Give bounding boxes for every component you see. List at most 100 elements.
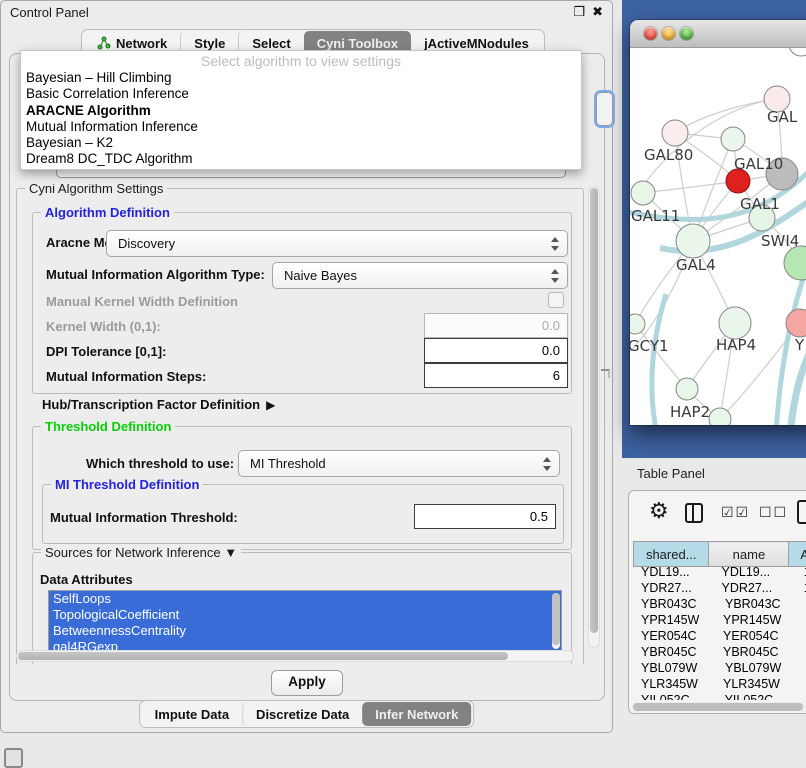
data-attribute-item[interactable]: SelfLoops bbox=[49, 591, 561, 607]
tab-discretize-data[interactable]: Discretize Data bbox=[242, 702, 362, 726]
table-cell[interactable]: YBR045C bbox=[633, 644, 713, 660]
zoom-window-button[interactable] bbox=[680, 27, 693, 40]
algorithm-option[interactable]: Bayesian – Hill Climbing bbox=[21, 70, 581, 86]
scrollbar-thumb[interactable] bbox=[18, 652, 508, 660]
table-row[interactable]: YBR045CYBR045C9. bbox=[633, 644, 806, 660]
table-cell[interactable]: YIL052C bbox=[633, 692, 715, 700]
network-node[interactable] bbox=[662, 120, 688, 146]
close-window-button[interactable] bbox=[644, 27, 657, 40]
deselect-all-checks-icon[interactable]: ☐☐ bbox=[759, 504, 788, 521]
table-cell[interactable]: YBR045C bbox=[713, 644, 801, 660]
manual-kernel-checkbox[interactable] bbox=[548, 292, 564, 308]
minimized-panel-icon[interactable] bbox=[4, 748, 23, 768]
network-node[interactable] bbox=[784, 246, 806, 280]
network-edge[interactable] bbox=[643, 181, 738, 193]
table-cell[interactable]: YIL052C bbox=[715, 692, 805, 700]
table-cell[interactable]: YLR345W bbox=[633, 676, 713, 692]
table-row[interactable]: YBR043CYBR043C bbox=[633, 596, 806, 612]
settings-horizontal-scrollbar[interactable] bbox=[16, 650, 574, 662]
apply-button[interactable]: Apply bbox=[271, 670, 343, 696]
kernel-width-field[interactable]: 0.0 bbox=[424, 313, 568, 338]
table-column-header[interactable]: name bbox=[709, 542, 789, 567]
table-cell[interactable]: 13 bbox=[798, 564, 806, 580]
table-column-header[interactable]: A bbox=[789, 542, 806, 567]
table-horizontal-scrollbar[interactable] bbox=[632, 702, 806, 712]
table-cell[interactable]: YBL079W bbox=[633, 660, 715, 676]
table-cell[interactable]: YBL079W bbox=[715, 660, 805, 676]
settings-vertical-scrollbar[interactable] bbox=[588, 186, 600, 648]
table-row[interactable]: YLR345WYLR345W9. bbox=[633, 676, 806, 692]
minimize-window-button[interactable] bbox=[662, 27, 675, 40]
table-cell[interactable]: 9. bbox=[801, 612, 806, 628]
network-node[interactable] bbox=[676, 378, 698, 400]
mi-threshold-field[interactable]: 0.5 bbox=[414, 504, 556, 529]
table-row[interactable]: YBL079WYBL079W bbox=[633, 660, 806, 676]
table-cell[interactable]: YDL19... bbox=[712, 564, 798, 580]
table-cell[interactable]: YPR145W bbox=[713, 612, 801, 628]
columns-icon[interactable] bbox=[685, 503, 703, 523]
combo-stepper-icon bbox=[550, 236, 559, 252]
close-panel-icon[interactable]: ✖ bbox=[592, 4, 603, 20]
network-edge-thick[interactable] bbox=[652, 294, 666, 425]
table-cell[interactable]: YPR145W bbox=[633, 612, 713, 628]
sources-legend[interactable]: Sources for Network Inference ▼ bbox=[41, 545, 241, 560]
list-scrollbar[interactable] bbox=[552, 593, 560, 649]
algorithm-option[interactable]: Bayesian – K2 bbox=[21, 135, 581, 151]
select-all-checks-icon[interactable]: ☑☑ bbox=[721, 504, 750, 521]
aracne-mode-combo[interactable]: Discovery bbox=[106, 230, 568, 257]
network-node-label: Y bbox=[794, 336, 805, 354]
table-cell[interactable]: YLR345W bbox=[713, 676, 801, 692]
panel-divider-grip[interactable] bbox=[601, 369, 610, 378]
dpi-tolerance-field[interactable]: 0.0 bbox=[424, 338, 568, 363]
algorithm-option[interactable]: ARACNE Algorithm bbox=[21, 103, 581, 119]
which-threshold-combo[interactable]: MI Threshold bbox=[238, 450, 560, 477]
table-row[interactable]: YER054CYER054C8. bbox=[633, 628, 806, 644]
table-column-header[interactable]: shared... bbox=[634, 542, 709, 567]
network-canvas[interactable]: GALGAL80GAL10GAL11GAL1SWI4GAL4GCY1HAP4YH… bbox=[630, 48, 806, 425]
table-cell[interactable]: 8. bbox=[801, 628, 806, 644]
table-row[interactable]: YPR145WYPR145W9. bbox=[633, 612, 806, 628]
network-node[interactable] bbox=[721, 127, 745, 151]
table-row[interactable]: YIL052CYIL052C9 bbox=[633, 692, 806, 700]
network-node[interactable] bbox=[676, 224, 710, 258]
algorithm-option[interactable]: Basic Correlation Inference bbox=[21, 86, 581, 102]
table-cell[interactable]: 9. bbox=[801, 644, 806, 660]
export-table-icon[interactable] bbox=[797, 500, 806, 524]
network-edge[interactable] bbox=[635, 324, 687, 389]
tab-impute-data[interactable]: Impute Data bbox=[142, 702, 242, 726]
table-cell[interactable]: 9. bbox=[801, 676, 806, 692]
table-cell[interactable]: YER054C bbox=[633, 628, 713, 644]
scrollbar-thumb[interactable] bbox=[590, 188, 598, 633]
tab-infer-network[interactable]: Infer Network bbox=[362, 702, 471, 726]
table-cell[interactable]: YBR043C bbox=[715, 596, 805, 612]
obscured-combo-button[interactable] bbox=[594, 90, 615, 128]
mi-algorithm-type-combo[interactable]: Naive Bayes bbox=[272, 262, 568, 289]
table-cell[interactable]: YBR043C bbox=[633, 596, 715, 612]
table-row[interactable]: YDR27...YDR27...12 bbox=[633, 580, 806, 596]
network-node[interactable] bbox=[789, 48, 806, 56]
table-row[interactable]: YDL19...YDL19...13 bbox=[633, 564, 806, 580]
gear-icon[interactable]: ⚙ bbox=[649, 498, 669, 524]
hub-definition-toggle[interactable]: Hub/Transcription Factor Definition▶ bbox=[42, 397, 275, 412]
float-panel-icon[interactable]: ❒ bbox=[573, 4, 585, 20]
algorithm-option[interactable]: Mutual Information Inference bbox=[21, 119, 581, 135]
table-cell[interactable]: YDL19... bbox=[633, 564, 712, 580]
data-attribute-item[interactable]: BetweennessCentrality bbox=[49, 623, 561, 639]
data-attribute-item[interactable]: TopologicalCoefficient bbox=[49, 607, 561, 623]
table-cell[interactable]: YDR27... bbox=[712, 580, 798, 596]
network-node[interactable] bbox=[719, 307, 751, 339]
network-edge[interactable] bbox=[675, 99, 777, 133]
network-edge-thick[interactable] bbox=[790, 344, 806, 425]
network-node[interactable] bbox=[630, 314, 645, 334]
table-cell[interactable]: YDR27... bbox=[633, 580, 712, 596]
network-window-titlebar[interactable] bbox=[630, 20, 806, 48]
mi-steps-field[interactable]: 6 bbox=[424, 363, 568, 388]
kernel-width-label: Kernel Width (0,1): bbox=[46, 319, 161, 334]
table-cell[interactable]: 12 bbox=[798, 580, 806, 596]
mi-threshold-label: Mutual Information Threshold: bbox=[50, 510, 238, 525]
network-node[interactable] bbox=[709, 408, 731, 425]
network-node[interactable] bbox=[631, 181, 655, 205]
table-cell[interactable]: YER054C bbox=[713, 628, 801, 644]
scrollbar-thumb[interactable] bbox=[633, 703, 803, 711]
algorithm-option[interactable]: Dream8 DC_TDC Algorithm bbox=[21, 151, 581, 167]
